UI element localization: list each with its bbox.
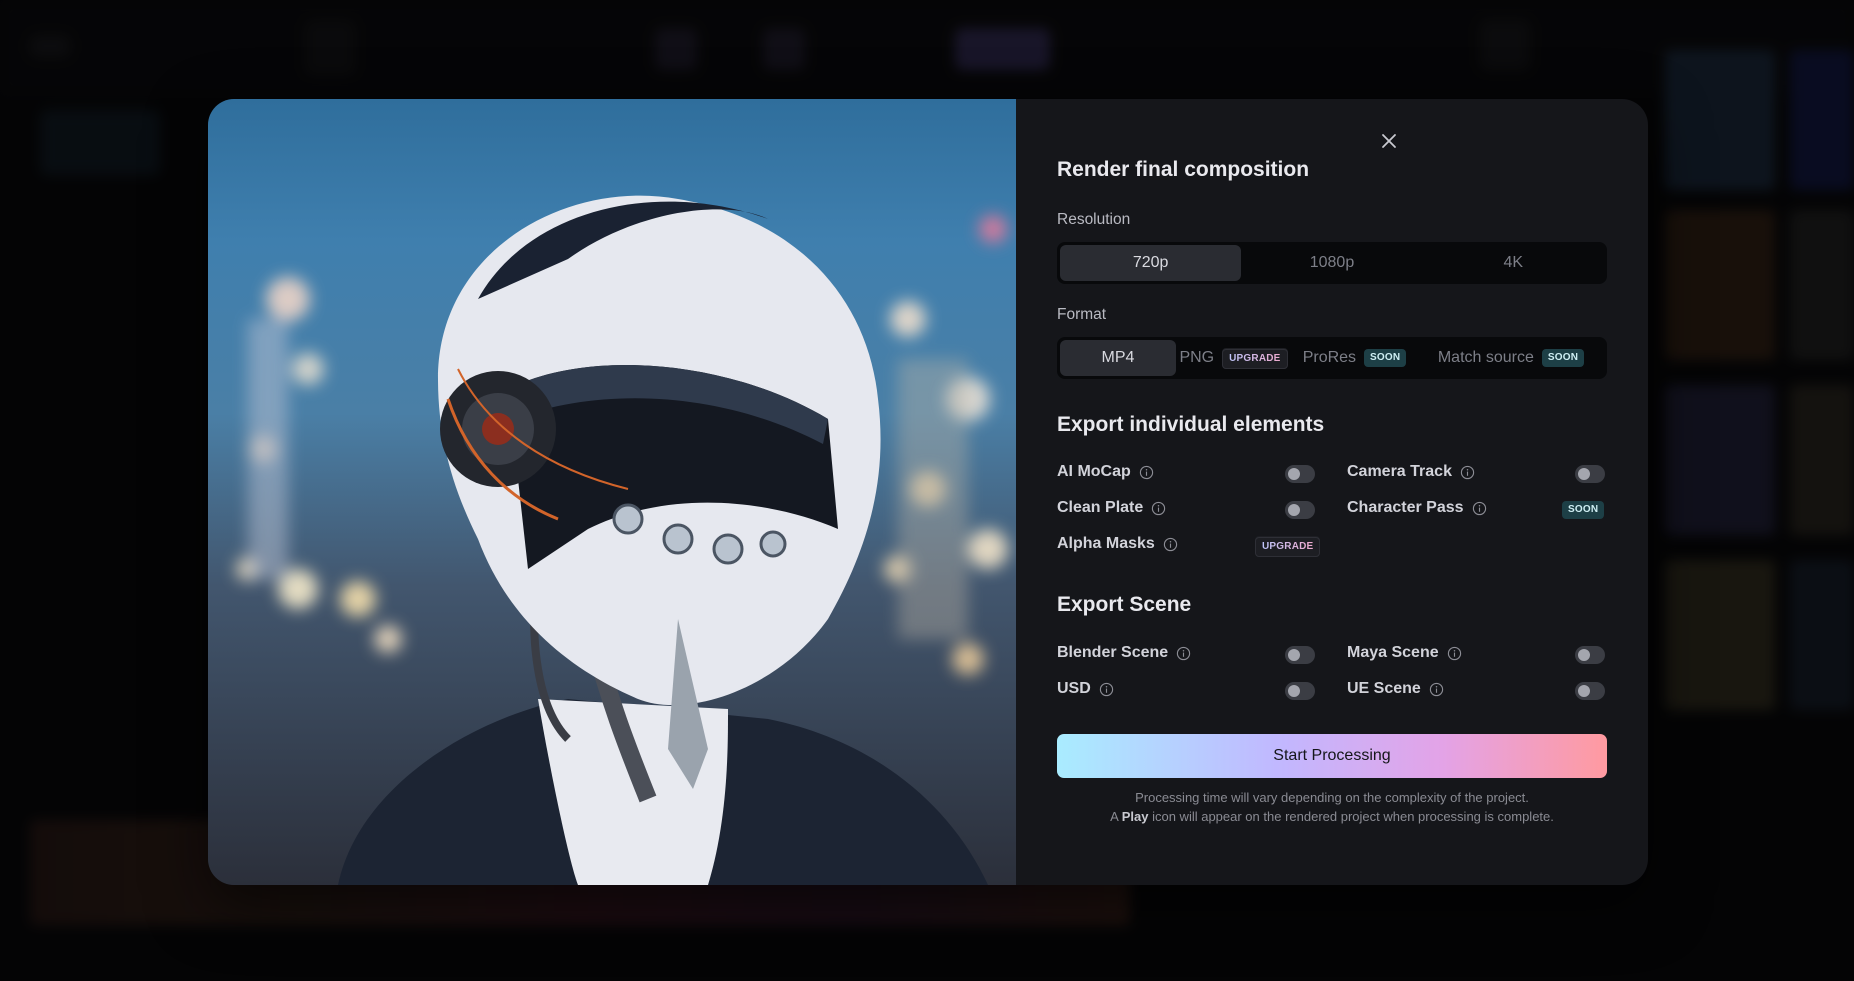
camera-track-toggle[interactable] (1575, 465, 1605, 483)
resolution-option-4k[interactable]: 4K (1423, 245, 1604, 281)
option-label: Character Pass (1347, 499, 1464, 516)
option-ue-scene: UE Scene (1347, 680, 1444, 698)
info-icon[interactable] (1163, 537, 1178, 552)
note-suffix: icon will appear on the rendered project… (1152, 809, 1554, 824)
info-icon[interactable] (1176, 646, 1191, 661)
blender-scene-toggle[interactable] (1285, 646, 1315, 664)
info-icon[interactable] (1099, 682, 1114, 697)
format-label: Format (1057, 306, 1107, 323)
option-label: Clean Plate (1057, 499, 1144, 516)
clean-plate-toggle[interactable] (1285, 501, 1315, 519)
format-option-label: PNG (1179, 349, 1215, 366)
option-label: Maya Scene (1347, 644, 1439, 661)
format-option-label: Match source (1437, 349, 1534, 366)
ue-scene-toggle[interactable] (1575, 682, 1605, 700)
note-play-word: Play (1121, 809, 1149, 824)
option-label: Alpha Masks (1057, 535, 1155, 552)
upgrade-badge: UPGRADE (1255, 536, 1321, 557)
format-option-prores[interactable]: ProRes SOON (1291, 340, 1418, 376)
format-option-mp4[interactable]: MP4 (1060, 340, 1176, 376)
close-button[interactable] (1376, 128, 1402, 154)
start-processing-button[interactable]: Start Processing (1057, 734, 1607, 778)
option-label: USD (1057, 680, 1091, 697)
usd-toggle[interactable] (1285, 682, 1315, 700)
note-prefix: A (1110, 809, 1119, 824)
resolution-option-1080p[interactable]: 1080p (1241, 245, 1422, 281)
info-icon[interactable] (1472, 501, 1487, 516)
format-option-label: MP4 (1101, 349, 1135, 366)
modal-title: Render final composition (1057, 158, 1310, 181)
info-icon[interactable] (1460, 465, 1475, 480)
option-label: Blender Scene (1057, 644, 1169, 661)
maya-scene-toggle[interactable] (1575, 646, 1605, 664)
option-label: Camera Track (1347, 463, 1452, 480)
info-icon[interactable] (1447, 646, 1462, 661)
option-usd: USD (1057, 680, 1114, 698)
soon-badge: SOON (1562, 501, 1605, 519)
upgrade-badge-text: UPGRADE (1222, 348, 1288, 369)
format-option-png[interactable]: PNG UPGRADE (1176, 340, 1291, 376)
format-selector: MP4 PNG UPGRADE ProRes SOON Match source… (1057, 337, 1607, 379)
resolution-option-720p[interactable]: 720p (1060, 245, 1242, 281)
preview-illustration (236, 195, 1008, 885)
info-icon[interactable] (1429, 682, 1444, 697)
resolution-selector: 720p 1080p 4K (1057, 242, 1607, 284)
option-character-pass: Character Pass (1347, 499, 1487, 517)
format-option-match-source[interactable]: Match source SOON (1418, 340, 1604, 376)
upgrade-badge: UPGRADE (1222, 347, 1288, 369)
option-maya-scene: Maya Scene (1347, 644, 1462, 662)
soon-badge: SOON (1541, 349, 1585, 367)
option-label: AI MoCap (1057, 463, 1131, 480)
option-label: UE Scene (1347, 680, 1421, 697)
preview-image (208, 99, 1016, 885)
info-icon[interactable] (1151, 501, 1166, 516)
option-clean-plate: Clean Plate (1057, 499, 1166, 517)
option-camera-track: Camera Track (1347, 463, 1475, 481)
export-elements-title: Export individual elements (1057, 413, 1325, 436)
option-blender-scene: Blender Scene (1057, 644, 1191, 662)
option-alpha-masks: Alpha Masks (1057, 535, 1178, 553)
export-scene-title: Export Scene (1057, 593, 1192, 616)
info-icon[interactable] (1139, 465, 1154, 480)
format-option-label: ProRes (1302, 349, 1357, 366)
upgrade-badge-text: UPGRADE (1255, 537, 1321, 557)
ai-mocap-toggle[interactable] (1285, 465, 1315, 483)
close-icon (1382, 134, 1396, 148)
processing-note-line1: Processing time will vary depending on t… (1135, 790, 1529, 805)
processing-note-line2: A Play icon will appear on the rendered … (1057, 809, 1607, 824)
soon-badge: SOON (1364, 349, 1407, 367)
option-ai-mocap: AI MoCap (1057, 463, 1154, 481)
resolution-label: Resolution (1057, 211, 1131, 228)
